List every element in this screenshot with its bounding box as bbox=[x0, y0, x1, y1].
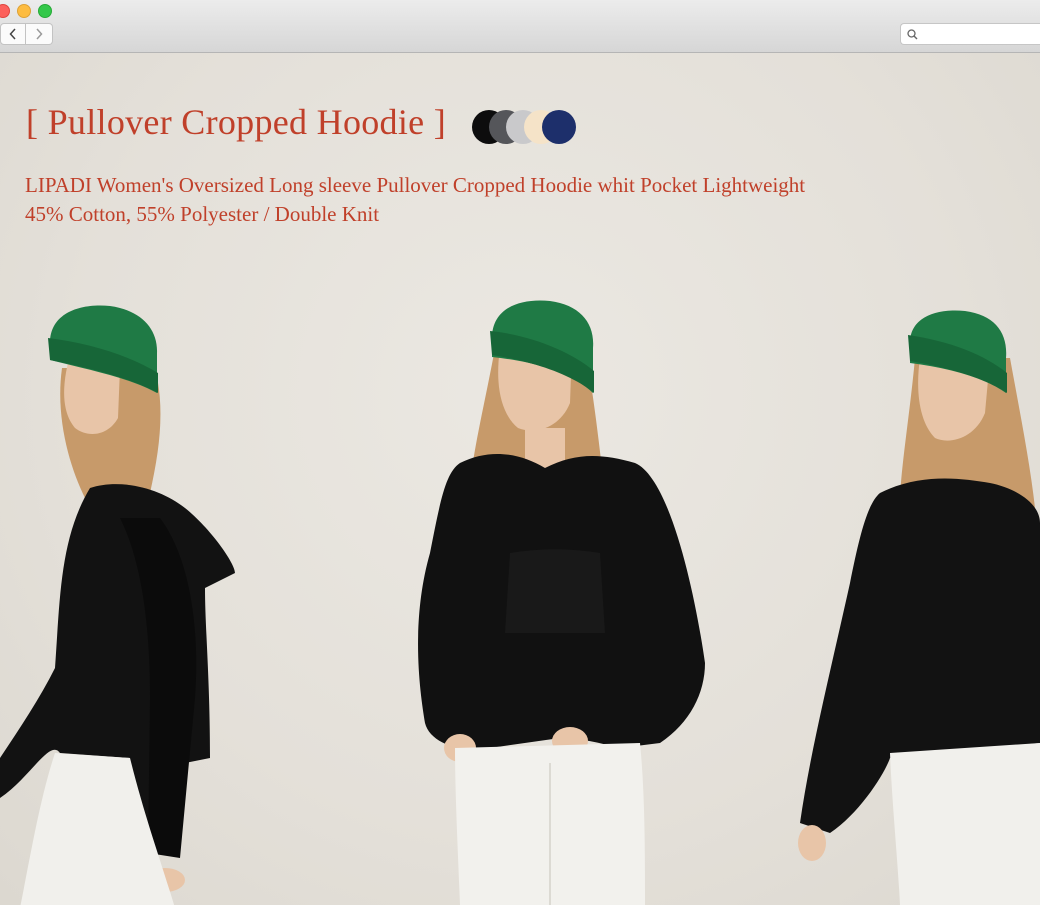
color-swatch-navy[interactable] bbox=[542, 110, 576, 144]
product-description: LIPADI Women's Oversized Long sleeve Pul… bbox=[25, 171, 805, 229]
model-photo-left bbox=[0, 305, 235, 905]
window-controls bbox=[0, 4, 52, 18]
product-title: [ Pullover Cropped Hoodie ] bbox=[26, 102, 447, 142]
product-description-line: LIPADI Women's Oversized Long sleeve Pul… bbox=[25, 173, 806, 197]
close-window-button[interactable] bbox=[0, 4, 10, 18]
back-button[interactable] bbox=[0, 23, 26, 45]
search-field[interactable] bbox=[900, 23, 1040, 45]
model-photo-right bbox=[798, 310, 1040, 905]
zoom-window-button[interactable] bbox=[38, 4, 52, 18]
model-photo-center bbox=[418, 300, 705, 905]
browser-toolbar bbox=[0, 0, 1040, 53]
navigation-buttons bbox=[0, 23, 53, 45]
product-material-line: 45% Cotton, 55% Polyester / Double Knit bbox=[25, 202, 380, 226]
product-hero: [ Pullover Cropped Hoodie ] LIPADI Women… bbox=[0, 53, 1040, 905]
chevron-right-icon bbox=[36, 28, 43, 40]
color-swatches bbox=[472, 110, 582, 146]
search-icon bbox=[907, 29, 918, 40]
minimize-window-button[interactable] bbox=[17, 4, 31, 18]
chevron-left-icon bbox=[9, 28, 16, 40]
forward-button[interactable] bbox=[26, 23, 53, 45]
